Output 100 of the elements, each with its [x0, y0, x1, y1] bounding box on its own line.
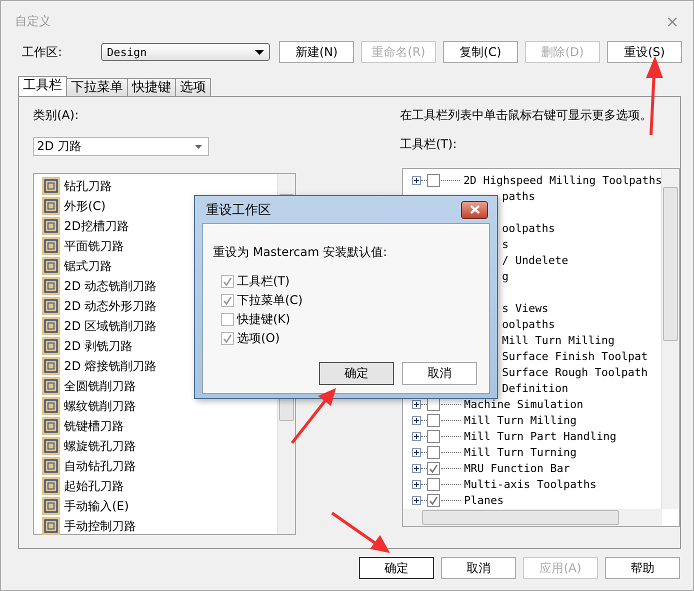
- expand-icon[interactable]: [412, 400, 421, 408]
- toolbar-label: 工具栏(T):: [400, 136, 458, 153]
- close-button[interactable]: [461, 200, 488, 218]
- command-item[interactable]: 2D 动态外形刀路: [64, 298, 157, 314]
- toolpath-icon: [42, 217, 60, 235]
- dialog-button[interactable]: 确定: [359, 557, 434, 579]
- option-label: 快捷键(K): [237, 311, 290, 328]
- expand-icon[interactable]: [412, 176, 421, 184]
- command-item[interactable]: 钻孔刀路: [64, 178, 112, 194]
- dialog-button[interactable]: 取消: [402, 362, 477, 385]
- toolbar-button[interactable]: 重设(S): [607, 41, 682, 63]
- command-item[interactable]: 2D 熔接铣削刀路: [64, 358, 157, 374]
- command-item[interactable]: 起始孔刀路: [64, 478, 124, 494]
- command-item[interactable]: 手动输入(E): [64, 498, 129, 514]
- toolpath-icon: [42, 277, 60, 295]
- tree-item[interactable]: Mill Turn Milling: [502, 334, 615, 346]
- toolpath-icon: [42, 357, 60, 375]
- checkbox[interactable]: [427, 446, 440, 458]
- tree-item[interactable]: Multi-axis Toolpaths: [464, 478, 596, 490]
- checkbox[interactable]: [221, 294, 234, 307]
- scrollbar[interactable]: [403, 509, 662, 526]
- command-item[interactable]: 全圆铣削刀路: [64, 378, 136, 394]
- tree-item[interactable]: paths: [502, 190, 536, 202]
- tree-item[interactable]: 2D Highspeed Milling Toolpaths: [463, 174, 662, 186]
- command-item[interactable]: 2D 剥铣刀路: [64, 338, 133, 354]
- annotation-arrow: [290, 388, 336, 444]
- tree-item[interactable]: Mill Turn Turning: [464, 446, 577, 458]
- command-item[interactable]: 自动钻孔刀路: [64, 458, 136, 474]
- expand-icon[interactable]: [412, 480, 421, 488]
- scrollbar[interactable]: [661, 169, 679, 509]
- expand-icon[interactable]: [412, 432, 421, 440]
- command-item[interactable]: 螺旋铣孔刀路: [64, 438, 136, 454]
- tab[interactable]: 工具栏: [18, 76, 67, 96]
- caret-icon: [195, 144, 202, 148]
- tab[interactable]: 选项: [175, 78, 211, 96]
- dialog-button[interactable]: 确定: [319, 362, 394, 385]
- toolpath-icon: [42, 297, 60, 315]
- checkbox[interactable]: [427, 414, 440, 426]
- option-label: 选项(O): [237, 330, 280, 347]
- tree-item[interactable]: s Views: [502, 302, 548, 314]
- toolpath-icon: [42, 417, 60, 435]
- window-title: 自定义: [15, 12, 51, 30]
- command-item[interactable]: 锯式刀路: [64, 258, 112, 274]
- workspace-label: 工作区:: [22, 44, 64, 60]
- dialog-button[interactable]: 取消: [441, 557, 516, 579]
- tree-item[interactable]: Mill Turn Part Handling: [464, 430, 616, 442]
- command-item[interactable]: 2D 动态铣削刀路: [64, 278, 157, 294]
- category-dropdown[interactable]: 2D 刀路: [33, 137, 209, 156]
- toolbar-button[interactable]: 复制(C): [443, 41, 518, 63]
- workspace-dropdown[interactable]: Design: [101, 43, 270, 61]
- toolpath-icon: [42, 397, 60, 415]
- tree-item[interactable]: Machine Simulation: [464, 398, 584, 410]
- toolpath-icon: [42, 177, 60, 195]
- toolpath-icon: [42, 437, 60, 455]
- command-item[interactable]: 铣键槽刀路: [64, 418, 124, 434]
- checkbox[interactable]: [221, 275, 234, 288]
- expand-icon[interactable]: [412, 496, 421, 504]
- checkbox[interactable]: [427, 462, 440, 474]
- dialog-button[interactable]: 帮助: [605, 557, 680, 579]
- tree-item[interactable]: / Undelete: [502, 254, 568, 266]
- tree-item[interactable]: Surface Rough Toolpath: [502, 366, 648, 378]
- command-item[interactable]: 外形(C): [64, 198, 106, 214]
- toolpath-icon: [42, 517, 60, 535]
- tree-item[interactable]: Surface Finish Toolpat: [502, 350, 648, 362]
- tree-item[interactable]: Planes: [464, 494, 504, 506]
- tree-item[interactable]: Mill Turn Milling: [464, 414, 577, 426]
- tab[interactable]: 快捷键: [127, 78, 176, 96]
- checkbox[interactable]: [427, 478, 440, 490]
- toolpath-icon: [42, 197, 60, 215]
- close-icon: [470, 205, 480, 214]
- command-item[interactable]: 平面铣刀路: [64, 238, 124, 254]
- tree-item[interactable]: g: [502, 270, 509, 282]
- command-item[interactable]: 2D 区域铣削刀路: [64, 318, 157, 334]
- caret-icon: [255, 50, 264, 54]
- checkbox[interactable]: [427, 494, 440, 506]
- toolpath-icon: [42, 257, 60, 275]
- dialog-message: 重设为 Mastercam 安装默认值:: [213, 244, 388, 261]
- expand-icon[interactable]: [412, 416, 421, 424]
- command-item[interactable]: 2D挖槽刀路: [64, 218, 129, 234]
- toolpath-icon: [42, 457, 60, 475]
- checkbox[interactable]: [427, 430, 440, 442]
- expand-icon[interactable]: [412, 464, 421, 472]
- command-item[interactable]: 手动控制刀路: [64, 518, 136, 534]
- tree-item[interactable]: Definition: [502, 382, 568, 394]
- dialog-title: 重设工作区: [206, 202, 271, 218]
- tree-item[interactable]: oolpaths: [502, 318, 555, 330]
- checkbox[interactable]: [221, 313, 234, 326]
- checkbox[interactable]: [221, 332, 234, 345]
- toolpath-icon: [42, 337, 60, 355]
- option-label: 下拉菜单(C): [237, 292, 303, 309]
- toolbar-button[interactable]: 新建(N): [279, 41, 354, 63]
- checkbox[interactable]: [426, 174, 440, 186]
- tree-item[interactable]: MRU Function Bar: [464, 462, 570, 474]
- tree-item[interactable]: oolpaths: [502, 222, 555, 234]
- tree-item[interactable]: s: [502, 238, 509, 250]
- option-label: 工具栏(T): [237, 273, 290, 290]
- toolpath-icon: [42, 317, 60, 335]
- tab[interactable]: 下拉菜单: [66, 78, 128, 96]
- command-item[interactable]: 螺纹铣削刀路: [64, 398, 136, 414]
- expand-icon[interactable]: [412, 448, 421, 456]
